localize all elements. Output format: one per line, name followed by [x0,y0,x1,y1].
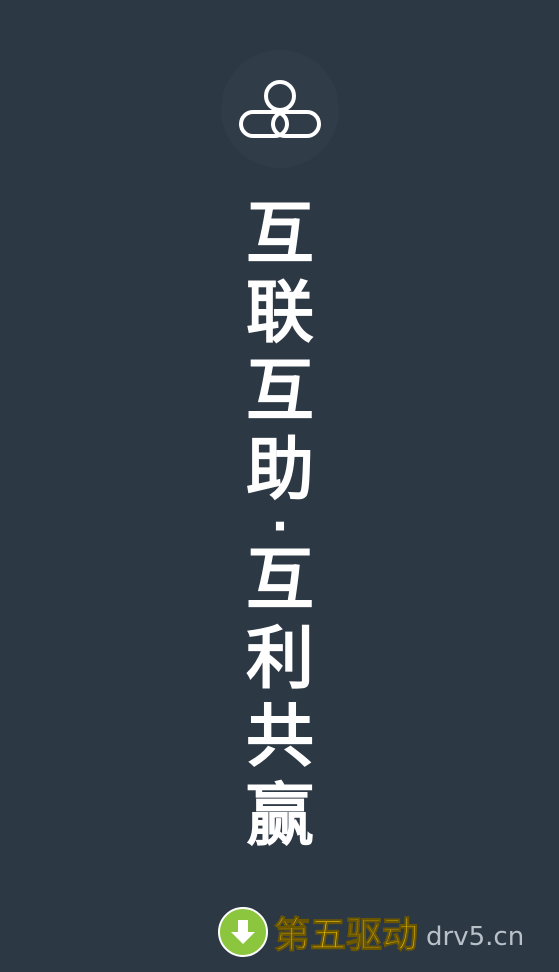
slogan-vertical: 互 联 互 助 · 互 利 共 赢 [230,195,330,856]
slogan-char: 共 [245,698,314,777]
slogan-char: 赢 [245,776,314,856]
app-logo [221,50,339,168]
watermark: 第五驱动 drv5.cn [218,904,524,960]
slogan-char: 联 [245,273,314,353]
download-arrow-icon [218,907,268,957]
slogan-char: 互 [245,352,314,431]
slogan-char: 利 [245,619,314,699]
watermark-brand: 第五驱动 [273,915,419,957]
slogan-separator: · [271,499,289,553]
watermark-domain: drv5.cn [426,922,525,952]
slogan-char: 互 [245,541,314,620]
slogan-char: 互 [245,195,314,274]
link-cloud-icon [239,80,321,138]
